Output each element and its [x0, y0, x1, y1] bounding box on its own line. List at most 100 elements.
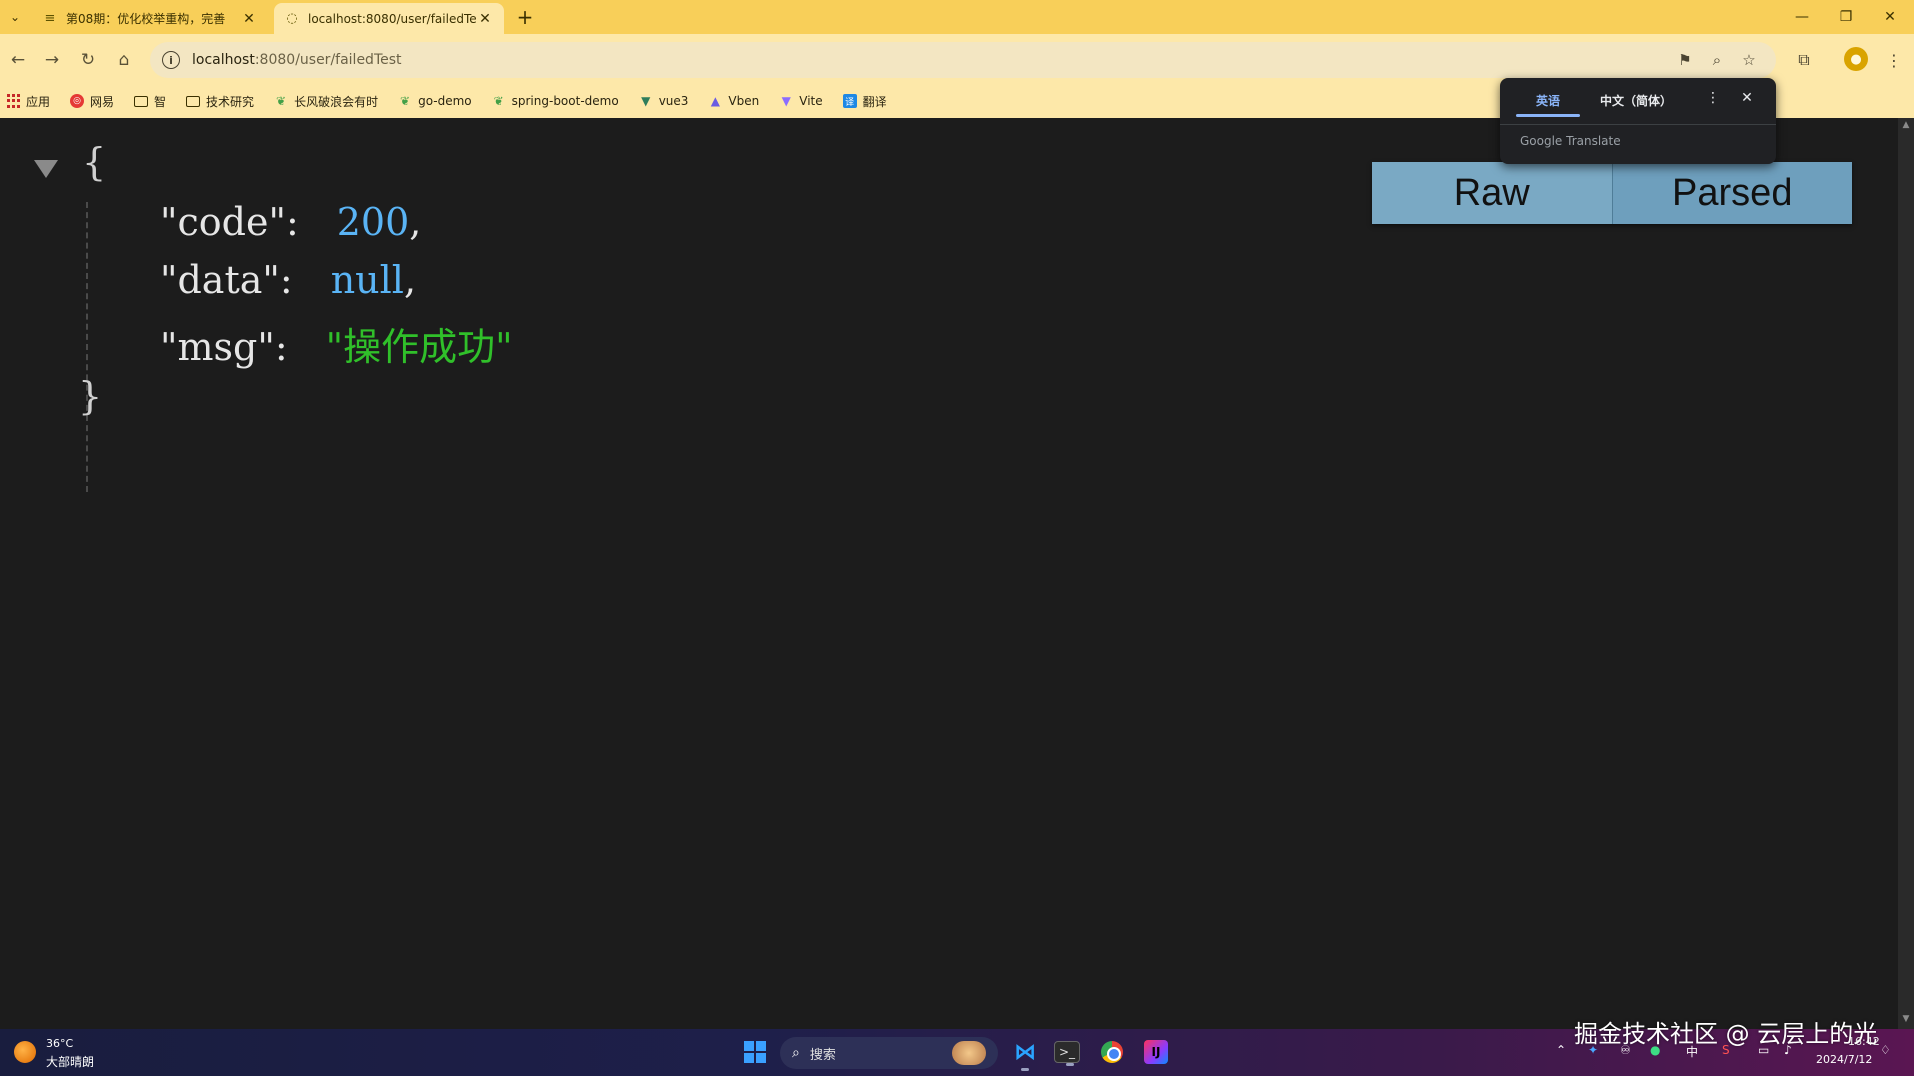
arrow-right-icon: →	[44, 50, 60, 70]
open-brace: {	[82, 140, 107, 184]
browser-menu-button[interactable]: ⋮	[1880, 46, 1908, 74]
translate-brand: Google Translate	[1520, 134, 1621, 148]
reload-button[interactable]: ↻	[74, 46, 102, 74]
globe-icon: ◌	[286, 11, 298, 26]
home-icon: ⌂	[118, 50, 130, 70]
plus-icon: +	[516, 5, 534, 29]
browser-toolbar: ← → ↻ ⌂ i localhost:8080/user/failedTest…	[0, 34, 1914, 84]
taskbar-search[interactable]: ⌕ 搜索	[780, 1037, 998, 1069]
bookmark-vben[interactable]: ▲ Vben	[708, 94, 759, 108]
watermark: 掘金技术社区 @ 云层上的光	[1574, 1020, 1878, 1048]
indent-guide	[86, 202, 88, 492]
minimize-icon: —	[1795, 9, 1809, 25]
translate-page-icon[interactable]: ⚑	[1674, 49, 1696, 71]
json-row-msg: "msg": "操作成功"	[160, 325, 513, 369]
weather-temp[interactable]: 36°C	[46, 1037, 73, 1050]
search-icon: ⌕	[792, 1045, 800, 1061]
close-window-button[interactable]: ✕	[1868, 0, 1912, 34]
translate-source-tab[interactable]: 英语	[1536, 92, 1560, 109]
search-label: 搜索	[809, 1047, 836, 1063]
close-brace: }	[78, 374, 103, 418]
windows-start-icon[interactable]	[744, 1041, 766, 1063]
bookmark-star-icon[interactable]: ☆	[1738, 49, 1760, 71]
folder-icon	[186, 95, 201, 107]
bookmark-apps[interactable]: 应用	[6, 93, 50, 110]
json-row-data: "data": null,	[160, 258, 417, 302]
extensions-button[interactable]: ⧉	[1790, 46, 1818, 74]
terminal-app-icon[interactable]: >_	[1054, 1041, 1080, 1066]
raw-button[interactable]: Raw	[1372, 162, 1613, 224]
tab-juejin[interactable]: ≡ 第08期：优化校举重构，完善 ✕	[32, 3, 268, 34]
vben-icon: ▲	[710, 94, 721, 108]
bookmark-vue3[interactable]: ▼ vue3	[639, 94, 688, 108]
json-key: "msg"	[160, 325, 275, 369]
search-highlight-icon	[952, 1041, 986, 1065]
scroll-up-icon[interactable]: ▲	[1901, 120, 1911, 130]
json-row-code: "code": 200,	[160, 200, 422, 244]
json-viewer: { "code": 200, "data": null, "msg": "操作成功" …	[0, 118, 1914, 1029]
json-key: "code"	[160, 200, 286, 244]
reload-icon: ↻	[80, 50, 96, 70]
scroll-down-icon[interactable]: ▼	[1901, 1014, 1911, 1024]
json-value-null: null	[330, 258, 404, 302]
back-button[interactable]: ←	[4, 46, 32, 74]
more-vertical-icon[interactable]: ⋮	[1704, 90, 1722, 106]
bookmark-go-demo[interactable]: ❦ go-demo	[398, 94, 472, 108]
close-icon[interactable]: ✕	[1738, 90, 1756, 106]
document-edit-icon: ≡	[44, 11, 56, 26]
translate-icon: 译	[842, 94, 857, 108]
json-value-number: 200	[336, 200, 410, 244]
parsed-button[interactable]: Parsed	[1612, 162, 1852, 224]
close-icon[interactable]: ✕	[476, 11, 494, 27]
home-button[interactable]: ⌂	[110, 46, 138, 74]
vertical-scrollbar[interactable]: ▲ ▼	[1898, 118, 1914, 1029]
translate-popup: 英语 中文（简体） ⋮ ✕ Google Translate	[1500, 78, 1776, 164]
restore-icon: ❐	[1839, 9, 1853, 25]
intellij-app-icon[interactable]: IJ	[1144, 1040, 1168, 1064]
chrome-app-icon[interactable]	[1101, 1041, 1123, 1063]
chevron-up-icon[interactable]: ⌃	[1556, 1043, 1566, 1057]
weather-desc[interactable]: 大部晴朗	[46, 1053, 94, 1070]
url-text[interactable]: localhost:8080/user/failedTest	[192, 52, 402, 68]
leaf-icon: ❦	[276, 94, 287, 108]
bookmark-changfeng[interactable]: ❦ 长风破浪会有时	[274, 93, 378, 110]
leaf-icon: ❦	[493, 94, 504, 108]
bookmark-translate[interactable]: 译翻译	[842, 93, 887, 110]
bookmark-netease[interactable]: ◎ 网易	[70, 93, 114, 110]
notification-bell-icon[interactable]: ♢	[1880, 1043, 1891, 1057]
bookmark-spring-boot-demo[interactable]: ❦ spring-boot-demo	[492, 94, 619, 108]
address-bar[interactable]: i localhost:8080/user/failedTest ⚑ ⌕ ☆	[150, 42, 1776, 78]
tab-title: localhost:8080/user/failedTes	[308, 11, 476, 26]
tab-search-button[interactable]: ⌄	[4, 5, 26, 29]
profile-avatar[interactable]: ●	[1844, 47, 1868, 71]
new-tab-button[interactable]: +	[512, 5, 538, 29]
divider	[1500, 124, 1776, 125]
minimize-button[interactable]: —	[1780, 0, 1824, 34]
site-info-icon[interactable]: i	[162, 51, 180, 69]
chevron-down-icon: ⌄	[9, 10, 21, 24]
translate-target-tab[interactable]: 中文（简体）	[1600, 92, 1672, 109]
clock-date[interactable]: 2024/7/12	[1816, 1053, 1872, 1066]
active-tab-indicator	[1516, 114, 1580, 117]
bookmark-vite[interactable]: ▼ Vite	[779, 94, 823, 108]
restore-button[interactable]: ❐	[1824, 0, 1868, 34]
tab-title: 第08期：优化校举重构，完善	[66, 12, 226, 26]
close-icon: ✕	[1884, 9, 1896, 25]
weather-sun-icon[interactable]	[14, 1041, 36, 1063]
close-icon[interactable]: ✕	[240, 11, 258, 27]
person-icon: ●	[1850, 51, 1862, 67]
bookmark-folder-tech[interactable]: 技术研究	[186, 93, 254, 110]
vue-icon: ▼	[641, 94, 651, 108]
json-value-string: "操作成功"	[325, 325, 513, 369]
tab-localhost[interactable]: ◌ localhost:8080/user/failedTes ✕	[274, 3, 504, 34]
leaf-icon: ❦	[400, 94, 411, 108]
bookmark-folder-zhi[interactable]: 智	[134, 93, 166, 110]
forward-button[interactable]: →	[38, 46, 66, 74]
collapse-triangle-icon[interactable]	[34, 160, 58, 178]
zoom-icon[interactable]: ⌕	[1706, 49, 1728, 71]
vscode-app-icon[interactable]: ⋈	[1010, 1037, 1040, 1071]
vite-icon: ▼	[781, 94, 791, 108]
puzzle-icon: ⧉	[1798, 50, 1810, 69]
netease-icon: ◎	[70, 94, 85, 108]
view-mode-toggle: Raw Parsed	[1372, 162, 1852, 224]
